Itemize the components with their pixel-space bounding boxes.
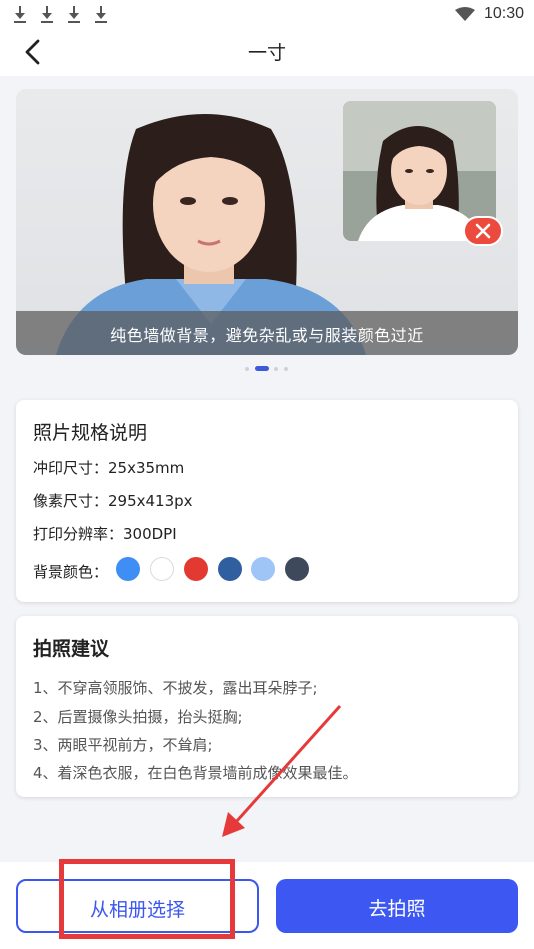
tip-item: 1、不穿高领服饰、不披发，露出耳朵脖子; xyxy=(33,679,318,697)
download-icon xyxy=(94,4,108,24)
status-bar: 10:30 xyxy=(0,0,534,28)
banner-caption: 纯色墙做背景，避免杂乱或与服装颜色过近 xyxy=(110,326,424,345)
bg-color-swatch-slate[interactable] xyxy=(285,557,309,581)
carousel-dot[interactable] xyxy=(274,367,278,371)
choose-from-album-button[interactable]: 从相册选择 xyxy=(16,879,259,933)
download-icon xyxy=(67,4,81,24)
status-time: 10:30 xyxy=(484,5,525,22)
album-button-label: 从相册选择 xyxy=(89,899,185,921)
bg-color-label: 背景颜色： xyxy=(33,563,109,581)
bg-color-swatch-white[interactable] xyxy=(150,557,174,581)
banner-caption-bar: 纯色墙做背景，避免杂乱或与服装颜色过近 xyxy=(16,311,518,355)
print-size: 冲印尺寸：25x35mm xyxy=(33,459,185,477)
take-photo-button[interactable]: 去拍照 xyxy=(276,879,518,933)
close-icon xyxy=(475,223,491,239)
bg-color-swatch-dark-blue[interactable] xyxy=(218,557,242,581)
reject-badge xyxy=(463,216,503,246)
tip-item: 2、后置摄像头拍摄，抬头挺胸; xyxy=(33,708,243,726)
spec-title: 照片规格说明 xyxy=(33,422,148,444)
tip-item: 3、两眼平视前方，不耸肩; xyxy=(33,736,213,754)
photo-tips-card: 拍照建议 1、不穿高领服饰、不披发，露出耳朵脖子; 2、后置摄像头拍摄，抬头挺胸… xyxy=(16,616,518,797)
bg-color-swatch-light-blue[interactable] xyxy=(251,557,275,581)
carousel-indicator xyxy=(0,366,534,372)
nav-bar: 一寸 xyxy=(0,28,534,76)
tip-item: 4、着深色衣服，在白色背景墙前成像效果最佳。 xyxy=(33,764,358,782)
bottom-action-bar: 从相册选择 去拍照 xyxy=(0,862,534,949)
page-title: 一寸 xyxy=(247,42,286,64)
example-photo-banner[interactable]: 纯色墙做背景，避免杂乱或与服装颜色过近 xyxy=(16,89,518,355)
carousel-dot[interactable] xyxy=(245,367,249,371)
camera-button-label: 去拍照 xyxy=(368,898,426,920)
download-icon xyxy=(40,4,54,24)
pixel-size: 像素尺寸：295x413px xyxy=(33,492,193,510)
tips-title: 拍照建议 xyxy=(33,638,110,660)
wifi-icon xyxy=(455,7,475,21)
download-icon xyxy=(13,4,27,24)
print-resolution: 打印分辨率：300DPI xyxy=(33,525,177,543)
carousel-dot[interactable] xyxy=(284,367,288,371)
bg-color-swatch-red[interactable] xyxy=(184,557,208,581)
photo-spec-card: 照片规格说明 冲印尺寸：25x35mm 像素尺寸：295x413px 打印分辨率… xyxy=(16,400,518,602)
bg-color-swatch-blue[interactable] xyxy=(116,557,140,581)
carousel-dot-active[interactable] xyxy=(255,366,269,371)
